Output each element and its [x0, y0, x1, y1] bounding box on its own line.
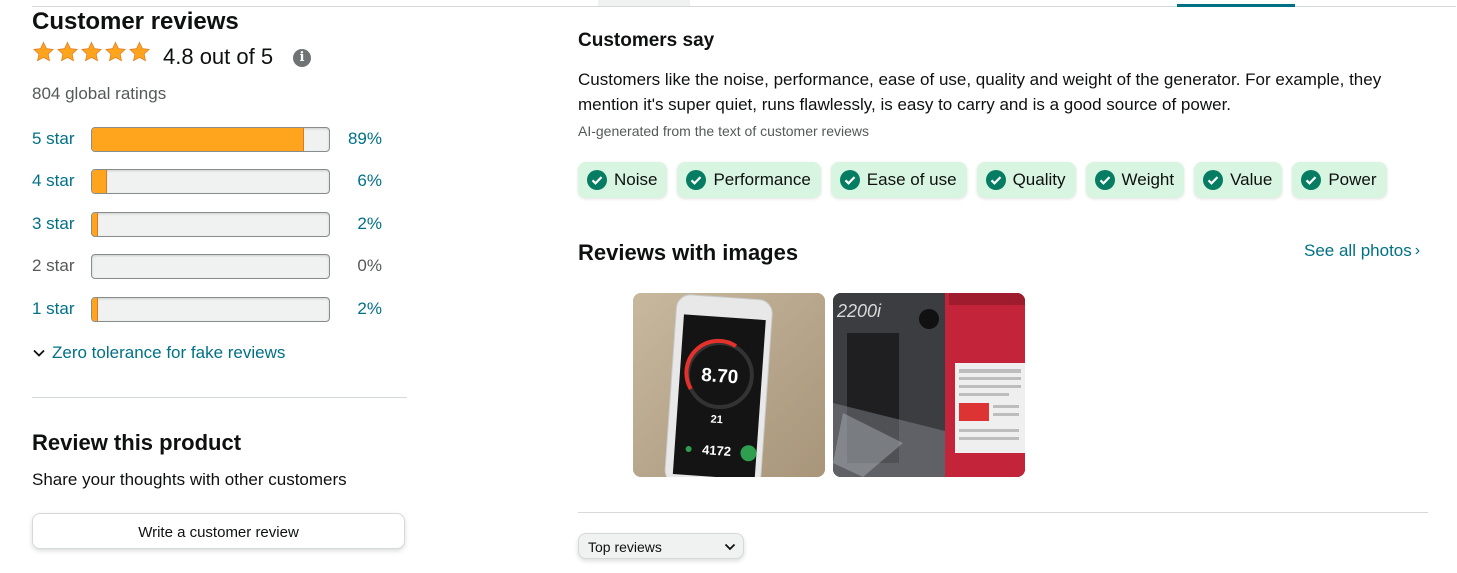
info-icon[interactable]: i	[293, 49, 311, 67]
histogram-label[interactable]: 3 star	[32, 214, 75, 234]
review-photo-generator[interactable]: 2200i	[833, 293, 1025, 477]
histogram-label[interactable]: 1 star	[32, 299, 75, 319]
histogram-bar-fill	[92, 170, 108, 193]
check-circle-icon	[587, 170, 607, 190]
chevron-down-icon	[33, 349, 45, 357]
star-icon	[105, 41, 126, 62]
see-all-photos-link[interactable]: See all photos ›	[1304, 241, 1420, 261]
reviews-with-images-heading: Reviews with images	[578, 240, 799, 265]
histogram-row-2-star: 2 star 0%	[32, 254, 392, 280]
chevron-down-icon	[724, 543, 736, 551]
aspect-chips: Noise Performance Ease of use Quality We…	[578, 162, 1387, 198]
star-rating	[32, 41, 151, 63]
aspect-chip-value[interactable]: Value	[1194, 162, 1283, 198]
histogram-percent[interactable]: 89%	[342, 129, 382, 149]
see-all-photos-label[interactable]: See all photos	[1304, 241, 1412, 261]
histogram-row-5-star[interactable]: 5 star 89%	[32, 127, 392, 153]
review-product-heading: Review this product	[32, 430, 242, 455]
histogram-row-1-star[interactable]: 1 star 2%	[32, 297, 392, 323]
photo-model-label: 2200i	[836, 301, 882, 321]
aspect-chip-ease-of-use[interactable]: Ease of use	[830, 162, 967, 198]
aspect-chip-power[interactable]: Power	[1292, 162, 1387, 198]
review-product-subtext: Share your thoughts with other customers	[32, 470, 347, 489]
aspect-chip-label: Value	[1230, 170, 1273, 189]
histogram-bar[interactable]	[91, 297, 330, 322]
phone-photo-illustration: 8.70 21 4172	[633, 293, 825, 477]
aspect-chip-label: Ease of use	[866, 170, 957, 189]
star-icon	[81, 41, 102, 62]
section-divider	[32, 397, 407, 398]
histogram-bar-fill	[92, 128, 304, 151]
aspect-chip-label: Weight	[1121, 170, 1175, 189]
histogram-percent[interactable]: 2%	[342, 299, 382, 319]
photo-hours-readout: 4172	[702, 442, 732, 459]
histogram-bar[interactable]	[91, 212, 330, 237]
photo-speed-readout: 8.70	[701, 365, 739, 389]
check-circle-icon	[686, 170, 707, 190]
check-circle-icon	[985, 170, 1006, 190]
histogram-row-3-star[interactable]: 3 star 2%	[32, 212, 392, 238]
aspect-chip-label: Noise	[614, 170, 658, 189]
customers-say-heading: Customers say	[578, 30, 715, 51]
aspect-chip-quality[interactable]: Quality	[976, 162, 1076, 198]
top-tab-indicator	[1177, 4, 1295, 7]
star-icon	[129, 41, 150, 62]
chevron-right-icon: ›	[1414, 242, 1421, 259]
generator-photo-illustration: 2200i	[833, 293, 1025, 477]
histogram-percent[interactable]: 2%	[342, 214, 382, 234]
check-circle-icon	[1094, 170, 1115, 190]
histogram-bar-fill	[92, 298, 98, 321]
zero-tolerance-label[interactable]: Zero tolerance for fake reviews	[52, 343, 285, 363]
check-circle-icon	[1301, 170, 1322, 190]
histogram-bar[interactable]	[91, 169, 330, 194]
check-circle-icon	[1203, 170, 1224, 190]
review-photo-phone-app[interactable]: 8.70 21 4172	[633, 293, 825, 477]
histogram-percent[interactable]: 6%	[342, 171, 382, 191]
histogram-row-4-star[interactable]: 4 star 6%	[32, 169, 392, 195]
histogram-bar[interactable]	[91, 127, 330, 152]
photo-oil-readout: 21	[710, 414, 723, 427]
star-icon	[33, 41, 54, 62]
histogram-bar	[91, 254, 330, 279]
ai-generated-note: AI-generated from the text of customer r…	[578, 123, 870, 139]
aspect-chip-label: Performance	[713, 170, 811, 189]
aspect-chip-performance[interactable]: Performance	[677, 162, 821, 198]
histogram-bar-fill	[92, 213, 98, 236]
zero-tolerance-link[interactable]: Zero tolerance for fake reviews	[32, 343, 285, 363]
aspect-chip-label: Quality	[1012, 170, 1066, 189]
customers-say-summary: Customers like the noise, performance, e…	[578, 70, 1382, 114]
sort-reviews-select[interactable]: Top reviews	[578, 533, 744, 559]
section-divider	[578, 512, 1428, 513]
star-icon	[57, 41, 78, 62]
check-circle-icon	[839, 170, 860, 190]
global-ratings-count: 804 global ratings	[32, 84, 167, 103]
aspect-chip-label: Power	[1328, 170, 1377, 189]
write-review-button[interactable]: Write a customer review	[32, 513, 405, 549]
sort-selected-label: Top reviews	[588, 539, 662, 555]
aspect-chip-weight[interactable]: Weight	[1085, 162, 1185, 198]
customer-reviews-heading: Customer reviews	[32, 8, 239, 35]
aspect-chip-noise[interactable]: Noise	[578, 162, 668, 198]
top-tab-shade	[598, 0, 690, 6]
histogram-percent: 0%	[357, 256, 382, 275]
histogram-label[interactable]: 4 star	[32, 171, 75, 191]
average-rating-text: 4.8 out of 5	[163, 44, 274, 69]
histogram-label: 2 star	[32, 256, 75, 275]
histogram-label[interactable]: 5 star	[32, 129, 75, 149]
